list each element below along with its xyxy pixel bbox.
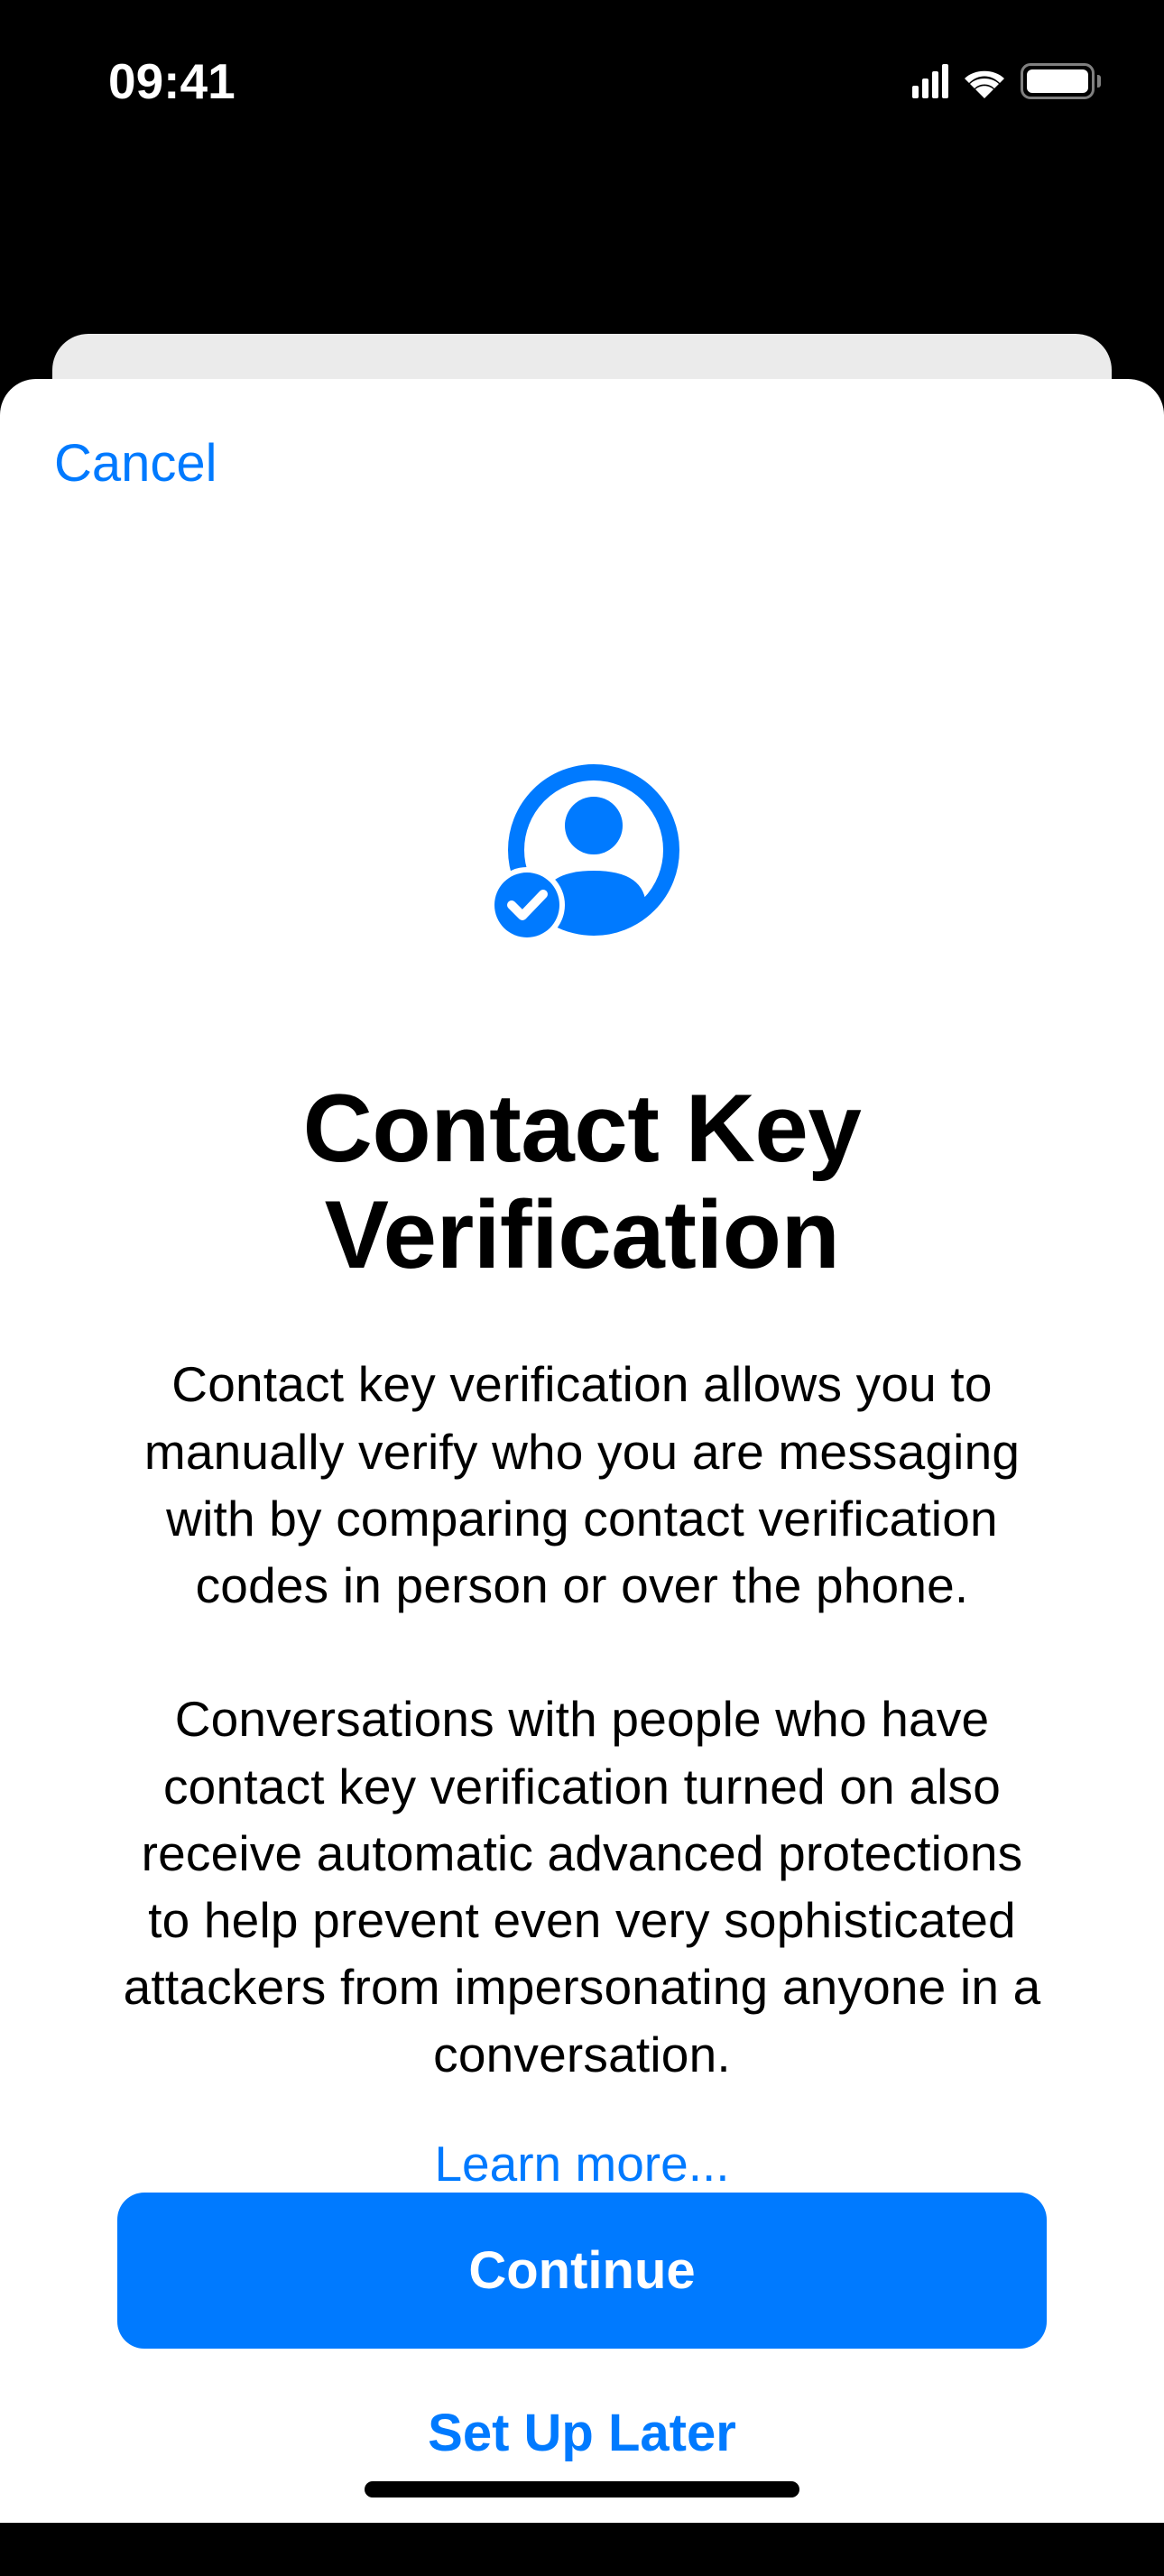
cellular-icon <box>912 64 948 98</box>
person-checkmark-icon <box>469 737 695 967</box>
battery-icon <box>1021 63 1101 99</box>
cancel-button[interactable]: Cancel <box>54 433 217 494</box>
status-icons <box>912 63 1110 99</box>
set-up-later-button[interactable]: Set Up Later <box>428 2403 736 2463</box>
home-indicator <box>365 2481 799 2498</box>
description-paragraph-1: Contact key verification allows you to m… <box>122 1351 1042 1619</box>
sheet-header: Cancel <box>0 379 1164 494</box>
learn-more-link[interactable]: Learn more... <box>434 2135 729 2193</box>
status-bar: 09:41 <box>0 0 1164 162</box>
description: Contact key verification allows you to m… <box>122 1351 1042 2088</box>
sheet-footer: Continue Set Up Later <box>0 2193 1164 2576</box>
wifi-icon <box>961 64 1008 98</box>
page-title: Contact Key Verification <box>122 1076 1042 1288</box>
modal-sheet: Cancel Contact Key Verification Contact … <box>0 379 1164 2523</box>
description-paragraph-2: Conversations with people who have conta… <box>122 1685 1042 2088</box>
sheet-content: Contact Key Verification Contact key ver… <box>0 494 1164 2193</box>
status-time: 09:41 <box>54 52 236 110</box>
continue-button[interactable]: Continue <box>117 2193 1047 2349</box>
